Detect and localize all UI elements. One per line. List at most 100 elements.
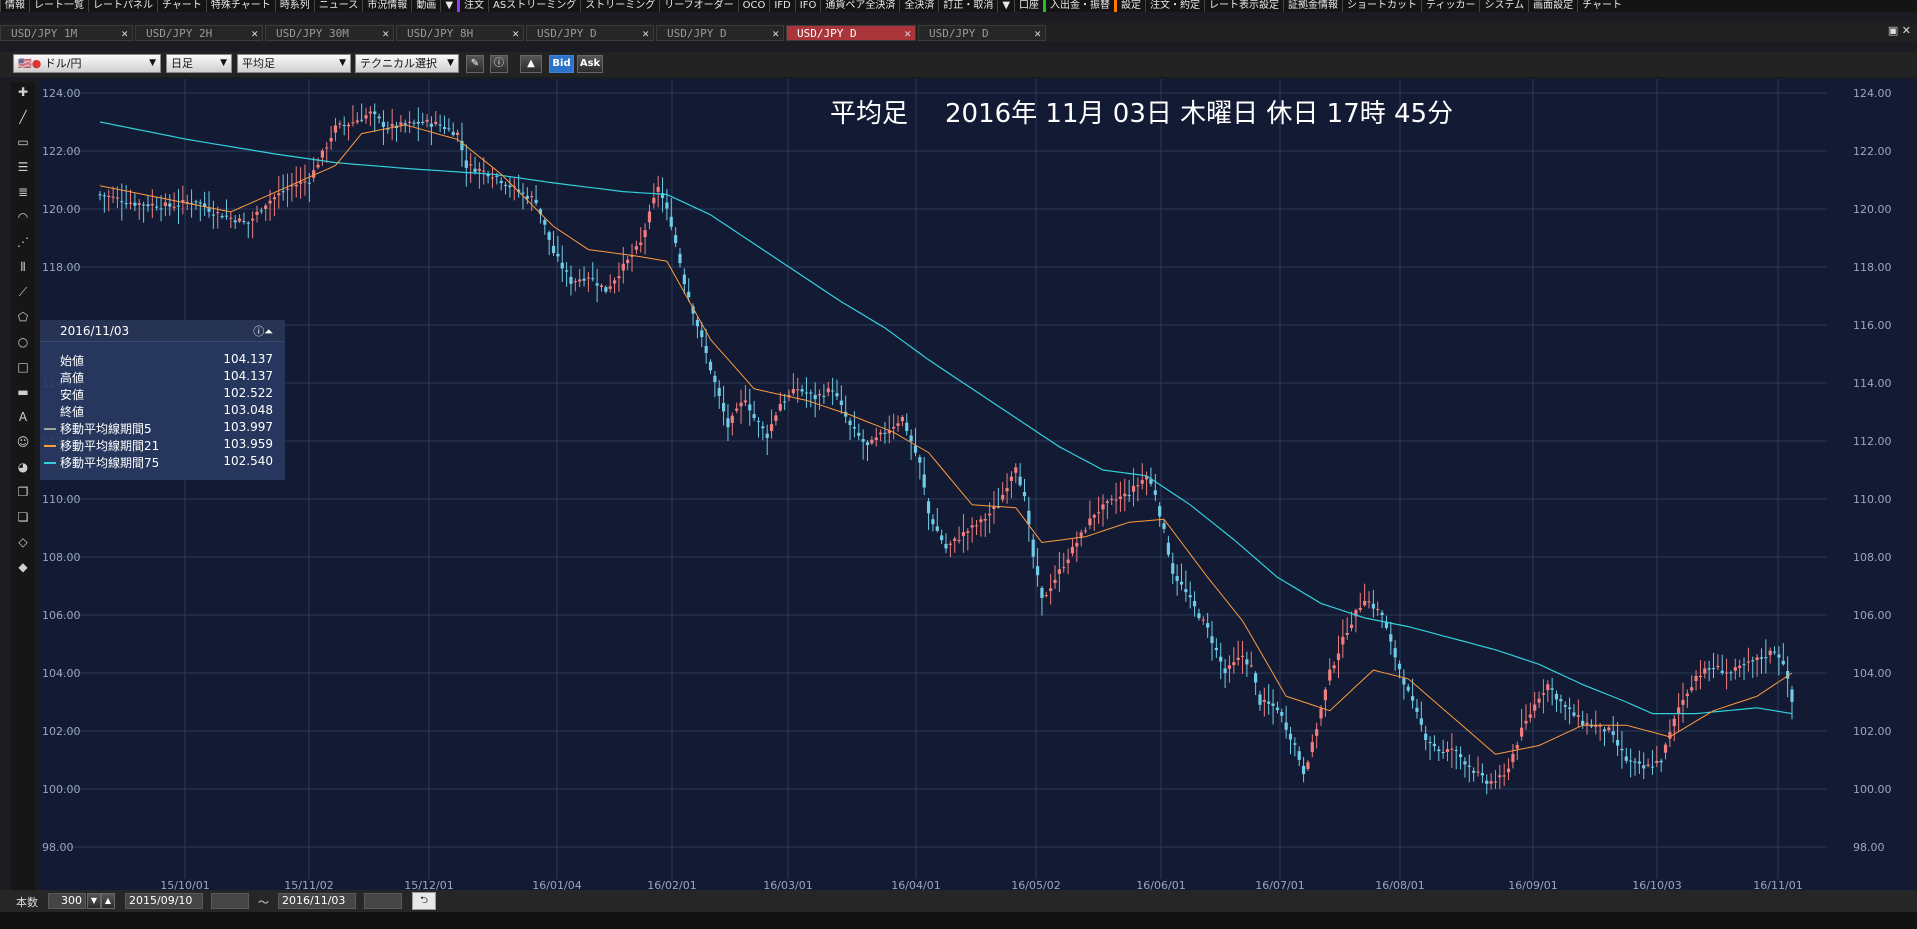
- menu-item[interactable]: 入出金・振替: [1043, 0, 1114, 12]
- menu-item[interactable]: IFD: [769, 0, 794, 12]
- close-icon[interactable]: ✕: [904, 26, 911, 42]
- paste-icon[interactable]: ❏: [13, 507, 33, 527]
- window-controls[interactable]: ▣ ✕: [1888, 24, 1911, 37]
- menu-item[interactable]: ティッカー: [1421, 0, 1479, 12]
- menu-item[interactable]: ▼: [440, 0, 457, 12]
- technical-select[interactable]: テクニカル選択 ▼: [355, 54, 459, 73]
- menu-item[interactable]: ASストリーミング: [488, 0, 580, 12]
- end-time-field[interactable]: [364, 893, 402, 909]
- tab-chart-6[interactable]: USD/JPY D ✕: [656, 25, 784, 41]
- candle-body: [1437, 749, 1441, 752]
- menu-item[interactable]: IFO: [794, 0, 821, 12]
- menu-item[interactable]: ストリーミング: [580, 0, 659, 12]
- info-collapse-icon[interactable]: ⓘ⏶: [253, 323, 273, 339]
- menu-item[interactable]: 特殊チャート: [205, 0, 275, 12]
- chart-area[interactable]: 124.00 122.00 120.00 118.00 116.00 114.00 112.…: [40, 79, 1915, 891]
- fan-icon[interactable]: ⋰: [13, 232, 33, 252]
- menu-item[interactable]: チャート: [157, 0, 206, 12]
- count-up-button[interactable]: ▲: [101, 893, 115, 909]
- count-field[interactable]: 300: [48, 893, 86, 909]
- menu-item[interactable]: ▼: [997, 0, 1014, 12]
- menu-item[interactable]: レート一覧: [29, 0, 88, 12]
- info-icon[interactable]: ⓘ: [490, 55, 508, 73]
- apply-range-button[interactable]: ⮌: [412, 892, 436, 910]
- candle-body: [508, 185, 512, 188]
- pen-icon[interactable]: ✎: [466, 55, 484, 73]
- copy-icon[interactable]: ❐: [13, 482, 33, 502]
- candle-body: [682, 274, 686, 285]
- tab-chart-4[interactable]: USD/JPY 8H ✕: [396, 25, 524, 41]
- menu-item[interactable]: レート表示設定: [1204, 0, 1283, 12]
- candle-body: [1171, 563, 1175, 574]
- pentagon-icon[interactable]: ⬠: [13, 307, 33, 327]
- menu-item[interactable]: 画面設定: [1528, 0, 1577, 12]
- arc-icon[interactable]: ◠: [13, 207, 33, 227]
- multi-lines-icon[interactable]: ≣: [13, 182, 33, 202]
- menu-item[interactable]: ニュース: [313, 0, 363, 12]
- tab-chart-3[interactable]: USD/JPY 30M ✕: [265, 25, 394, 41]
- menu-item[interactable]: OCO: [737, 0, 770, 12]
- menu-item[interactable]: 訂正・取消: [938, 0, 997, 12]
- menu-item[interactable]: 注文・約定: [1145, 0, 1204, 12]
- ruler-icon[interactable]: ▭: [13, 132, 33, 152]
- tab-chart-1[interactable]: USD/JPY 1M ✕: [0, 25, 133, 41]
- trendline-icon[interactable]: ╱: [13, 107, 33, 127]
- horizontal-line-icon[interactable]: ▬: [13, 382, 33, 402]
- candle-body: [704, 346, 708, 354]
- vertical-lines-icon[interactable]: ⦀: [13, 257, 33, 277]
- rectangle-icon[interactable]: □: [13, 357, 33, 377]
- tab-chart-2[interactable]: USD/JPY 2H ✕: [135, 25, 263, 41]
- menu-item[interactable]: 動画: [411, 0, 440, 12]
- close-icon[interactable]: ✕: [642, 26, 649, 42]
- candle-body: [961, 532, 966, 537]
- menu-item[interactable]: 注文: [457, 0, 488, 12]
- y-tick-label: 98.00: [42, 841, 74, 854]
- menu-item[interactable]: 時系列: [274, 0, 314, 12]
- menu-item[interactable]: チャート: [1577, 0, 1626, 12]
- menu-item[interactable]: 全決済: [899, 0, 938, 12]
- menu-item[interactable]: システム: [1479, 0, 1528, 12]
- eraser-icon[interactable]: ◇: [13, 532, 33, 552]
- chart-type-select[interactable]: 平均足 ▼: [237, 54, 351, 73]
- menu-item[interactable]: 通貨ペア全決済: [820, 0, 899, 12]
- menu-item[interactable]: 口座: [1014, 0, 1043, 12]
- circle-icon[interactable]: ○: [13, 332, 33, 352]
- count-down-button[interactable]: ▼: [87, 893, 101, 909]
- tab-chart-7[interactable]: USD/JPY D ✕: [786, 25, 916, 41]
- menu-item[interactable]: 証拠金情報: [1283, 0, 1342, 12]
- menu-item[interactable]: リーフオーダー: [659, 0, 737, 12]
- menu-item[interactable]: ショートカット: [1342, 0, 1421, 12]
- bid-button[interactable]: Bid: [549, 55, 574, 73]
- period-select[interactable]: 日足 ▼: [166, 54, 232, 73]
- menu-item[interactable]: 設定: [1114, 0, 1145, 12]
- chart-style-icon[interactable]: ▲: [520, 55, 542, 73]
- ask-button[interactable]: Ask: [577, 55, 603, 73]
- tab-chart-5[interactable]: USD/JPY D ✕: [526, 25, 654, 41]
- text-icon[interactable]: A: [13, 407, 33, 427]
- candle-body: [1166, 542, 1171, 555]
- menu-item[interactable]: レートパネル: [88, 0, 157, 12]
- cursor-icon[interactable]: ◕: [13, 457, 33, 477]
- end-date-field[interactable]: 2016/11/03: [278, 893, 356, 909]
- smiley-icon[interactable]: ☺: [13, 432, 33, 452]
- tab-chart-8[interactable]: USD/JPY D ✕: [918, 25, 1046, 41]
- close-icon[interactable]: ✕: [251, 26, 258, 42]
- eraser-all-icon[interactable]: ◆: [13, 557, 33, 577]
- close-icon[interactable]: ✕: [382, 26, 389, 42]
- menu-item[interactable]: 情報: [0, 0, 29, 12]
- close-icon[interactable]: ✕: [772, 26, 779, 42]
- crosshair-icon[interactable]: ✚: [13, 82, 33, 102]
- close-icon[interactable]: ✕: [1034, 26, 1041, 42]
- start-date-field[interactable]: 2015/09/10: [125, 893, 203, 909]
- currency-pair-select[interactable]: 🇺🇸● ドル/円 ▼: [13, 54, 161, 73]
- close-icon[interactable]: ✕: [512, 26, 519, 42]
- candle-body: [900, 416, 904, 422]
- gann-fan-icon[interactable]: ⟋: [13, 282, 33, 302]
- menu-item[interactable]: 市況情報: [362, 0, 411, 12]
- candlestick-chart[interactable]: 124.00 122.00 120.00 118.00 116.00 114.00 112.…: [40, 79, 1915, 891]
- chart-background: [40, 79, 1915, 891]
- candle-body: [1358, 607, 1362, 610]
- close-icon[interactable]: ✕: [121, 26, 128, 42]
- start-time-field[interactable]: [211, 893, 249, 909]
- horizontal-lines-icon[interactable]: ☰: [13, 157, 33, 177]
